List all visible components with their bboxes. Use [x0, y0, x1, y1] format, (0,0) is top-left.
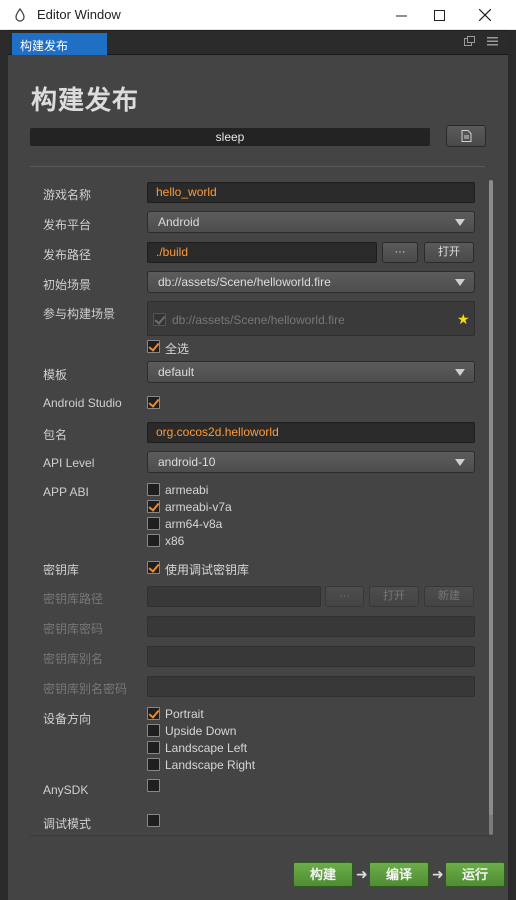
app-icon — [15, 8, 25, 22]
scene-checkbox[interactable] — [153, 313, 166, 326]
platform-select[interactable]: Android — [147, 211, 475, 233]
orientation-landscape-left-label: Landscape Left — [165, 741, 248, 755]
menu-icon[interactable] — [487, 36, 498, 46]
template-select[interactable]: default — [147, 361, 475, 383]
start-scene-value: db://assets/Scene/helloworld.fire — [158, 275, 331, 289]
select-all-checkbox[interactable] — [147, 340, 160, 353]
page-title: 构建发布 — [31, 86, 140, 116]
keystore-password-input[interactable] — [147, 616, 475, 637]
game-name-input[interactable]: hello_world — [147, 182, 475, 203]
anysdk-checkbox[interactable] — [147, 779, 160, 792]
abi-armeabi-checkbox[interactable] — [147, 483, 160, 496]
orientation-landscape-right-label: Landscape Right — [165, 758, 256, 772]
abi-x86-checkbox[interactable] — [147, 534, 160, 547]
footer-divider — [30, 835, 491, 836]
keystore-path-input[interactable] — [147, 586, 321, 607]
arrow-right-icon: ➜ — [432, 866, 444, 882]
build-scenes-label: 参与构建场景 — [43, 307, 116, 321]
api-level-select[interactable]: android-10 — [147, 451, 475, 473]
orientation-upside-down-checkbox[interactable] — [147, 724, 160, 737]
orientation-landscape-right-checkbox[interactable] — [147, 758, 160, 771]
template-value: default — [158, 365, 195, 379]
star-icon: ★ — [457, 311, 470, 327]
open-doc-button[interactable] — [446, 125, 486, 147]
select-all-label: 全选 — [165, 342, 190, 356]
build-scenes-list: db://assets/Scene/helloworld.fire ★ — [147, 301, 475, 336]
window-frame-left — [0, 30, 8, 900]
android-studio-checkbox[interactable] — [147, 396, 160, 409]
debug-mode-checkbox[interactable] — [147, 814, 160, 827]
close-icon — [479, 9, 491, 21]
title-bar: Editor Window — [0, 0, 516, 30]
path-input[interactable]: ./build — [147, 242, 377, 263]
keystore-browse-button[interactable]: ··· — [325, 586, 364, 607]
orientation-portrait-checkbox[interactable] — [147, 707, 160, 720]
scrollbar[interactable] — [489, 180, 493, 835]
keystore-password-label: 密钥库密码 — [43, 622, 104, 636]
keystore-label: 密钥库 — [43, 563, 80, 577]
close-button[interactable] — [462, 0, 508, 30]
orientation-portrait-label: Portrait — [165, 707, 204, 721]
window-frame-right — [508, 30, 516, 900]
keystore-alias-input[interactable] — [147, 646, 475, 667]
minimize-icon — [395, 15, 407, 16]
debug-mode-label: 调试模式 — [43, 817, 92, 831]
anysdk-label: AnySDK — [43, 783, 89, 797]
orientation-landscape-left-checkbox[interactable] — [147, 741, 160, 754]
popout-icon[interactable] — [464, 36, 475, 46]
orientation-upside-down-label: Upside Down — [165, 724, 237, 738]
package-input[interactable]: org.cocos2d.helloworld — [147, 422, 475, 443]
keystore-alias-password-label: 密钥库别名密码 — [43, 682, 128, 696]
arrow-right-icon: ➜ — [356, 866, 368, 882]
app-abi-label: APP ABI — [43, 485, 89, 499]
build-button[interactable]: 构建 — [293, 862, 353, 887]
path-label: 发布路径 — [43, 248, 92, 262]
keystore-new-button[interactable]: 新建 — [424, 586, 474, 607]
keystore-path-label: 密钥库路径 — [43, 592, 104, 606]
template-label: 模板 — [43, 368, 68, 382]
start-scene-select[interactable]: db://assets/Scene/helloworld.fire — [147, 271, 475, 293]
use-debug-keystore-label: 使用调试密钥库 — [165, 563, 250, 577]
keystore-alias-label: 密钥库别名 — [43, 652, 104, 666]
compile-button[interactable]: 编译 — [369, 862, 429, 887]
abi-arm64-v8a-label: arm64-v8a — [165, 517, 223, 531]
path-browse-button[interactable]: ··· — [382, 242, 418, 263]
api-level-label: API Level — [43, 456, 95, 470]
abi-armeabi-v7a-label: armeabi-v7a — [165, 500, 232, 514]
maximize-icon — [433, 9, 445, 21]
maximize-button[interactable] — [416, 0, 462, 30]
api-level-value: android-10 — [158, 455, 216, 469]
document-icon — [461, 130, 471, 142]
dropdown-arrow-icon — [455, 369, 465, 376]
run-button[interactable]: 运行 — [445, 862, 505, 887]
abi-armeabi-v7a-checkbox[interactable] — [147, 500, 160, 513]
title-field[interactable]: sleep — [30, 128, 430, 146]
dropdown-arrow-icon — [455, 459, 465, 466]
use-debug-keystore-checkbox[interactable] — [147, 561, 160, 574]
tab-build-publish[interactable]: 构建发布 — [12, 33, 107, 55]
dropdown-arrow-icon — [455, 219, 465, 226]
keystore-alias-password-input[interactable] — [147, 676, 475, 697]
dropdown-arrow-icon — [455, 279, 465, 286]
android-studio-label: Android Studio — [43, 396, 122, 410]
orientation-label: 设备方向 — [43, 712, 92, 726]
platform-value: Android — [158, 215, 200, 229]
abi-x86-label: x86 — [165, 534, 185, 548]
abi-arm64-v8a-checkbox[interactable] — [147, 517, 160, 530]
tab-strip: 构建发布 — [8, 31, 508, 55]
package-label: 包名 — [43, 428, 68, 442]
game-name-label: 游戏名称 — [43, 188, 92, 202]
divider — [30, 166, 485, 167]
window-title: Editor Window — [37, 7, 121, 22]
keystore-open-button[interactable]: 打开 — [369, 586, 419, 607]
path-open-button[interactable]: 打开 — [424, 242, 474, 263]
abi-armeabi-label: armeabi — [165, 483, 209, 497]
start-scene-label: 初始场景 — [43, 278, 92, 292]
scene-item-label: db://assets/Scene/helloworld.fire — [172, 313, 345, 327]
platform-label: 发布平台 — [43, 218, 92, 232]
